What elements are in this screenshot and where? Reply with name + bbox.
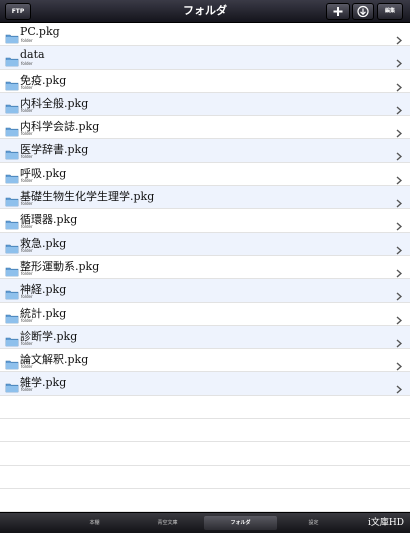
item-type: folder (21, 131, 33, 137)
navigation-bar: FTP フォルダ 編集 (0, 0, 410, 23)
list-item[interactable]: 神経.pkg folder (0, 279, 410, 303)
folder-list: PC.pkg folder data folder 免疫.pkg folder 内科全般.p… (0, 23, 410, 513)
list-item[interactable]: 免疫.pkg folder (0, 69, 410, 93)
chevron-right-icon (396, 123, 403, 138)
chevron-right-icon (396, 53, 403, 68)
item-type: folder (21, 340, 33, 346)
list-item[interactable]: 診断学.pkg folder (0, 325, 410, 350)
list-item[interactable]: 雑学.pkg folder (0, 372, 410, 396)
download-icon (357, 5, 369, 18)
list-item[interactable]: 基礎生物生化学生理学.pkg folder (0, 186, 410, 210)
tab-folder[interactable]: フォルダ (204, 516, 277, 530)
folder-icon (5, 145, 19, 160)
chevron-right-icon (396, 333, 403, 348)
list-item[interactable]: 循環器.pkg folder (0, 209, 410, 233)
folder-icon (5, 169, 19, 184)
chevron-right-icon (396, 263, 403, 278)
folder-icon (5, 192, 19, 207)
empty-row (0, 442, 410, 466)
item-type: folder (21, 224, 33, 230)
item-type: folder (21, 177, 33, 183)
chevron-right-icon (396, 379, 403, 394)
tab-settings[interactable]: 設定 (277, 516, 350, 530)
folder-icon (5, 309, 19, 323)
folder-icon (5, 99, 19, 114)
chevron-right-icon (396, 100, 403, 115)
folder-icon (5, 355, 19, 370)
chevron-right-icon (396, 216, 403, 231)
item-type: folder (21, 84, 33, 90)
list-item[interactable]: 整形運動系.pkg folder (0, 255, 410, 280)
item-type: folder (21, 270, 33, 276)
brand-logo: i文庫HD (368, 518, 404, 528)
item-type: folder (21, 317, 33, 323)
empty-row (0, 489, 410, 513)
item-type: folder (21, 38, 33, 43)
add-button[interactable] (326, 3, 350, 20)
list-item[interactable]: 内科全般.pkg folder (0, 92, 410, 117)
item-type: folder (21, 294, 33, 300)
empty-row (0, 466, 410, 489)
tab-bar: 本棚 青空文庫 フォルダ 設定 i文庫HD (0, 512, 410, 533)
chevron-right-icon (396, 356, 403, 371)
list-item[interactable]: data folder (0, 46, 410, 70)
list-item[interactable]: 医学辞書.pkg folder (0, 139, 410, 163)
chevron-right-icon (396, 240, 403, 255)
tab-bookshelf[interactable]: 本棚 (58, 516, 131, 530)
folder-icon (5, 332, 19, 347)
empty-row (0, 396, 410, 420)
list-item[interactable]: 統計.pkg folder (0, 302, 410, 326)
item-type: folder (21, 387, 33, 393)
item-type: folder (21, 107, 33, 113)
list-item[interactable]: 救急.pkg folder (0, 232, 410, 256)
folder-icon (5, 29, 19, 44)
chevron-right-icon (396, 30, 403, 45)
item-name: 基礎生物生化学生理学.pkg (20, 190, 155, 204)
chevron-right-icon (396, 193, 403, 208)
tab-aozora[interactable]: 青空文庫 (131, 516, 204, 530)
item-name: data (20, 48, 45, 62)
folder-icon (5, 76, 19, 90)
chevron-right-icon (396, 77, 403, 92)
list-item[interactable]: 論文解釈.pkg folder (0, 349, 410, 373)
list-item[interactable]: 呼吸.pkg folder (0, 162, 410, 187)
chevron-right-icon (396, 286, 403, 301)
item-type: folder (21, 364, 33, 370)
folder-icon (5, 285, 19, 300)
item-type: folder (21, 61, 33, 67)
edit-button[interactable]: 編集 (377, 3, 403, 20)
item-type: folder (21, 154, 33, 160)
item-type: folder (21, 201, 33, 207)
chevron-right-icon (396, 170, 403, 185)
folder-icon (5, 122, 19, 137)
folder-icon (5, 215, 19, 230)
list-item[interactable]: 内科学会誌.pkg folder (0, 116, 410, 140)
plus-icon (333, 7, 343, 16)
list-item[interactable]: PC.pkg folder (0, 23, 410, 47)
chevron-right-icon (396, 310, 403, 325)
folder-icon (5, 262, 19, 277)
folder-icon (5, 239, 19, 253)
item-type: folder (21, 247, 33, 253)
folder-icon (5, 52, 19, 67)
folder-icon (5, 378, 19, 393)
chevron-right-icon (396, 146, 403, 162)
download-button[interactable] (352, 3, 374, 20)
item-name: PC.pkg (20, 25, 60, 38)
empty-row (0, 419, 410, 443)
